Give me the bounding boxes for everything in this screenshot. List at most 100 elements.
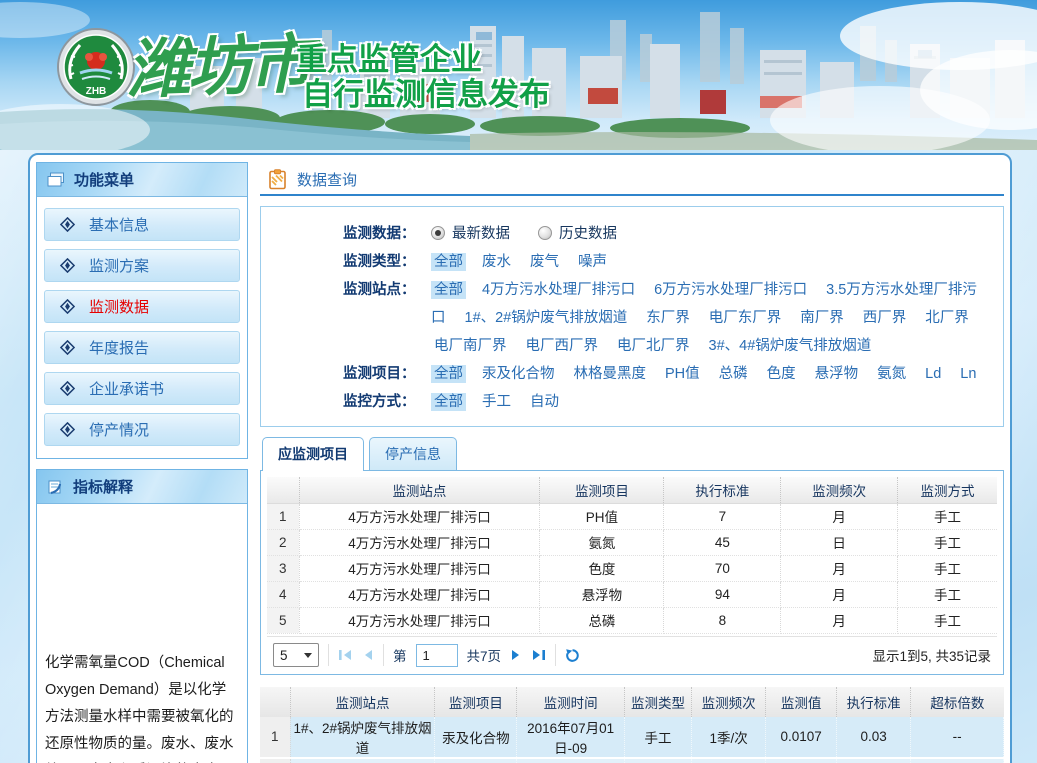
filter-option[interactable]: 西厂界 — [860, 309, 910, 327]
page-number-input[interactable] — [416, 644, 458, 667]
function-menu-title: 功能菜单 — [74, 169, 134, 190]
filter-option[interactable]: Ln — [957, 365, 979, 383]
content-container: 功能菜单 基本信息监测方案监测数据年度报告企业承诺书停产情况 指标解释 化学需氧… — [28, 153, 1012, 763]
tab-shutdown-info[interactable]: 停产信息 — [369, 437, 457, 470]
sidebar-item-annual-report[interactable]: 年度报告 — [44, 331, 240, 364]
column-header: 监测频次 — [691, 687, 765, 717]
sidebar-item-label: 监测数据 — [89, 296, 149, 317]
main-content: 数据查询 监测数据： 最新数据历史数据 监测类型： 全部废水废气噪声 监测站点：… — [260, 162, 1004, 763]
function-menu-header: 功能菜单 — [37, 163, 247, 197]
table-cell: 1#、2#锅炉废气排放烟道 — [290, 717, 435, 758]
sidebar-item-shutdown-status[interactable]: 停产情况 — [44, 413, 240, 446]
pager-divider — [328, 644, 329, 666]
sidebar-item-basic-info[interactable]: 基本信息 — [44, 208, 240, 241]
first-page-button[interactable] — [338, 649, 353, 661]
page-size-value: 5 — [280, 648, 288, 663]
filter-option[interactable]: 北厂界 — [922, 309, 972, 327]
table-cell: 0.0107 — [766, 717, 837, 758]
sidebar-item-monitor-data[interactable]: 监测数据 — [44, 290, 240, 323]
table-cell: 7 — [664, 503, 781, 529]
table-cell: 日 — [781, 529, 898, 555]
last-page-button[interactable] — [531, 649, 546, 661]
radio-option-label: 历史数据 — [559, 226, 617, 242]
table-cell: 手工 — [625, 717, 692, 758]
filter-option[interactable]: 汞及化合物 — [479, 365, 558, 383]
filter-option[interactable]: 色度 — [764, 365, 799, 383]
sidebar-item-label: 监测方案 — [89, 255, 149, 276]
row-number-cell: 5 — [267, 607, 299, 633]
table-cell: 1季/次 — [691, 758, 765, 763]
filter-option[interactable]: 废水 — [479, 253, 514, 271]
filter-option[interactable]: 全部 — [431, 365, 466, 383]
table-cell: 45 — [664, 529, 781, 555]
diamond-arrow-icon — [60, 381, 75, 396]
filter-option[interactable]: 废气 — [527, 253, 562, 271]
pager-divider — [555, 644, 556, 666]
page: ZHB 潍坊市 重点监管企业 自行监测信息发布 功能菜单 基本信息监测方案监测数… — [0, 0, 1037, 763]
filter-option[interactable]: 1#、2#锅炉废气排放烟道 — [462, 309, 631, 327]
row-number-header — [267, 477, 299, 503]
sidebar-item-label: 基本信息 — [89, 214, 149, 235]
filter-option[interactable]: 3#、4#锅炉废气排放烟道 — [706, 337, 875, 355]
radio-icon[interactable] — [538, 226, 552, 240]
row-number-cell: 1 — [267, 503, 299, 529]
filter-option[interactable]: 手工 — [479, 393, 514, 411]
results-table-wrap: 监测站点监测项目监测时间监测类型监测频次监测值执行标准超标倍数11#、2#锅炉废… — [260, 687, 1004, 763]
column-header: 监测站点 — [290, 687, 435, 717]
filter-option[interactable]: 全部 — [431, 253, 466, 271]
table-cell: 4万方污水处理厂排污口 — [299, 555, 540, 581]
column-header: 超标倍数 — [911, 687, 1004, 717]
filter-option[interactable]: 4万方污水处理厂排污口 — [479, 281, 638, 299]
filter-option[interactable]: 南厂界 — [797, 309, 847, 327]
folder-icon — [47, 172, 65, 187]
filter-option[interactable]: Ld — [922, 365, 944, 383]
table-cell: 月 — [781, 581, 898, 607]
filter-option[interactable]: 噪声 — [575, 253, 610, 271]
next-page-button[interactable] — [510, 649, 522, 661]
zhb-logo: ZHB — [56, 27, 136, 107]
filter-option[interactable]: 林格曼黑度 — [571, 365, 650, 383]
filter-option[interactable]: 悬浮物 — [812, 365, 862, 383]
filter-option[interactable]: 全部 — [431, 281, 466, 299]
data-query-header: 数据查询 — [260, 164, 1004, 196]
table-row: 54万方污水处理厂排污口总磷8月手工 — [267, 607, 997, 633]
filter-option[interactable]: 电厂北厂界 — [614, 337, 693, 355]
filter-row-type: 监测类型： 全部废水废气噪声 — [343, 248, 993, 276]
page-size-select[interactable]: 5 — [273, 643, 319, 667]
filter-option[interactable]: 东厂界 — [643, 309, 693, 327]
filter-option[interactable]: 全部 — [431, 393, 466, 411]
radio-option[interactable]: 历史数据 — [538, 226, 617, 242]
filter-options-station: 全部4万方污水处理厂排污口6万方污水处理厂排污口3.5万方污水处理厂排污口1#、… — [431, 276, 993, 360]
filter-option[interactable]: 电厂西厂界 — [523, 337, 602, 355]
svg-text:ZHB: ZHB — [86, 86, 107, 97]
site-title-calligraphy: 潍坊市 — [124, 13, 310, 111]
prev-page-button[interactable] — [362, 649, 374, 661]
filter-option[interactable]: 电厂南厂界 — [431, 337, 510, 355]
tab-monitor-items[interactable]: 应监测项目 — [262, 437, 364, 471]
clipboard-icon — [268, 169, 287, 190]
table-cell: 手工 — [898, 503, 997, 529]
filter-option[interactable]: 总磷 — [716, 365, 751, 383]
column-header: 监测值 — [766, 687, 837, 717]
radio-option[interactable]: 最新数据 — [431, 226, 510, 242]
filter-option[interactable]: 自动 — [527, 393, 562, 411]
table-row: 44万方污水处理厂排污口悬浮物94月手工 — [267, 581, 997, 607]
table-cell: 4万方污水处理厂排污口 — [299, 581, 540, 607]
sidebar-item-commitment-letter[interactable]: 企业承诺书 — [44, 372, 240, 405]
total-pages-label: 共7页 — [467, 645, 502, 665]
sidebar: 功能菜单 基本信息监测方案监测数据年度报告企业承诺书停产情况 指标解释 化学需氧… — [36, 162, 248, 763]
filter-option[interactable]: 电厂东厂界 — [706, 309, 785, 327]
column-header: 执行标准 — [836, 687, 910, 717]
table-header-row: 监测站点监测项目监测时间监测类型监测频次监测值执行标准超标倍数 — [260, 687, 1004, 717]
diamond-arrow-icon — [60, 217, 75, 232]
filter-option[interactable]: 6万方污水处理厂排污口 — [651, 281, 810, 299]
table-cell: 手工 — [898, 581, 997, 607]
table-cell: 手工 — [625, 758, 692, 763]
column-header: 监测项目 — [435, 687, 517, 717]
radio-icon[interactable] — [431, 226, 445, 240]
sidebar-item-monitor-plan[interactable]: 监测方案 — [44, 249, 240, 282]
filter-option[interactable]: 氨氮 — [874, 365, 909, 383]
filter-option[interactable]: PH值 — [662, 365, 703, 383]
table-cell: 2016年07月01日-09 — [517, 758, 625, 763]
refresh-button[interactable] — [565, 648, 580, 663]
